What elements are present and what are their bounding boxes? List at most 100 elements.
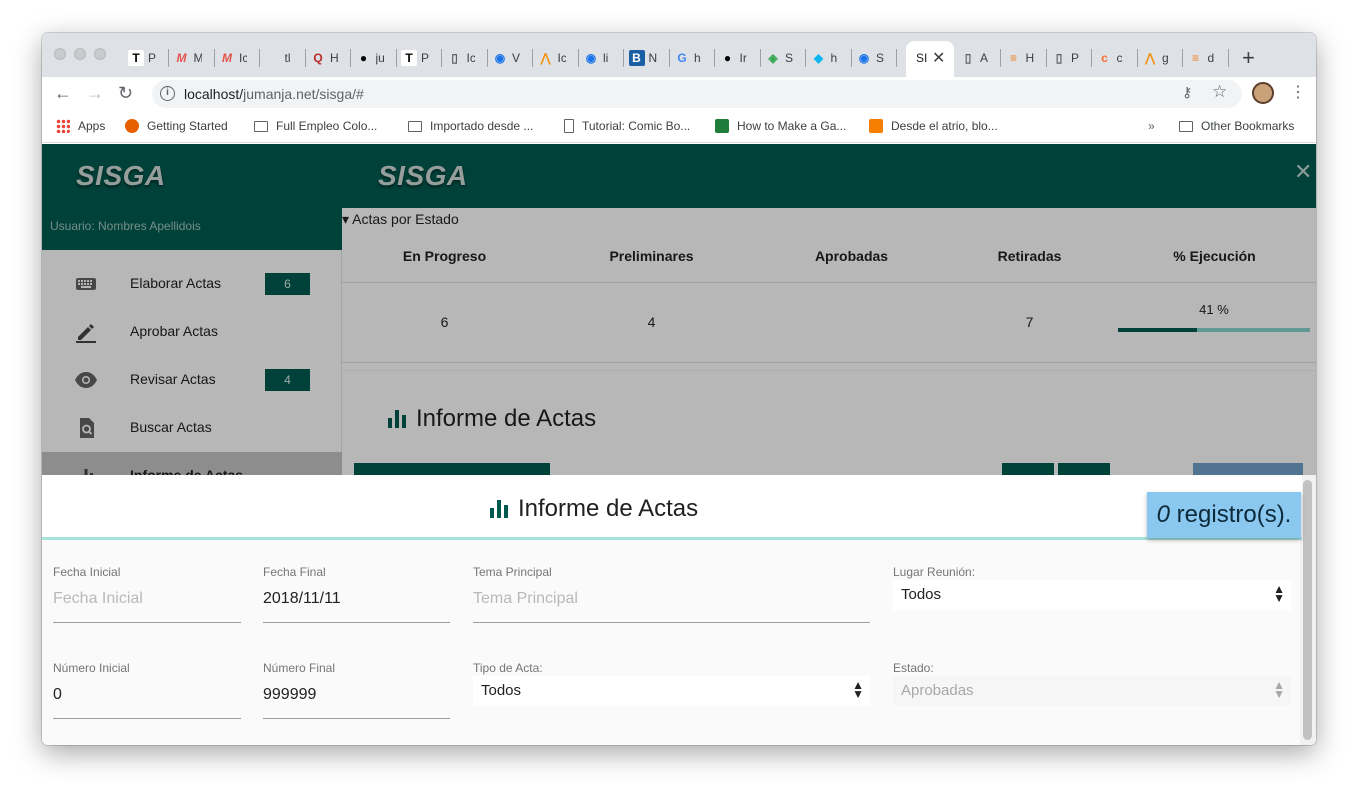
tab-separator	[668, 49, 670, 67]
bookmark-importado[interactable]: Importado desde ...	[408, 119, 533, 133]
browser-tab[interactable]: ≡ H	[1006, 47, 1034, 69]
tab-separator	[623, 49, 624, 67]
other-bookmarks[interactable]: Other Bookmarks	[1179, 119, 1294, 133]
page-icon	[564, 119, 574, 133]
bookmark-apps[interactable]: Apps	[56, 119, 105, 133]
tab-separator	[441, 49, 442, 67]
input-underline	[53, 718, 241, 719]
new-tab-button[interactable]: +	[1242, 45, 1255, 71]
bookmark-star-icon[interactable]: ☆	[1212, 82, 1227, 102]
tab-title: h	[694, 51, 701, 65]
m-logo-icon	[715, 119, 729, 133]
close-tab-icon[interactable]: ✕	[932, 48, 945, 68]
browser-tab[interactable]: ◈ S	[765, 47, 793, 69]
tab-separator	[896, 49, 897, 67]
url-host: localhost/	[184, 86, 244, 102]
tab-separator	[304, 49, 306, 67]
app-area: SISGA Usuario: Nombres Apellidois Elabor…	[42, 144, 1316, 745]
reload-icon[interactable]: ↻	[118, 83, 133, 104]
browser-tab[interactable]: ● Ir	[720, 47, 748, 69]
browser-tab[interactable]: Gh	[674, 47, 702, 69]
browser-tab[interactable]: ◉ S	[856, 47, 884, 69]
tipo-acta-select[interactable]: Todos ▲ ▼	[473, 676, 870, 706]
numero-final-input[interactable]: 999999	[263, 686, 316, 704]
browser-tab[interactable]: ◉ V	[492, 47, 520, 69]
scrollbar[interactable]	[1303, 480, 1312, 740]
browser-tab[interactable]: TP	[401, 47, 429, 69]
browser-tab[interactable]: cc	[1097, 47, 1125, 69]
browser-tab[interactable]: ≡ d	[1188, 47, 1216, 69]
forward-arrow-icon[interactable]: →	[86, 83, 104, 104]
tema-principal-input[interactable]: Tema Principal	[473, 590, 578, 608]
profile-avatar[interactable]	[1252, 82, 1274, 104]
fecha-final-label: Fecha Final	[263, 565, 326, 579]
tab-separator	[577, 49, 579, 67]
browser-tab[interactable]: BN	[628, 47, 657, 69]
address-bar[interactable]: i localhost/jumanja.net/sisga/# ⚷ ☆	[152, 80, 1242, 108]
select-value: Aprobadas	[901, 682, 974, 699]
window-zoom-button[interactable]	[94, 48, 106, 60]
bookmark-label: How to Make a Ga...	[737, 119, 847, 133]
tab-favicon-icon: ◉	[858, 51, 870, 65]
fecha-final-input[interactable]: 2018/11/11	[263, 590, 341, 608]
tab-separator	[1091, 49, 1092, 67]
bookmark-getting-started[interactable]: Getting Started	[125, 119, 228, 133]
browser-window: T P M M M Ic tl Q H ● ju T P ▯ Ic ◉ V ⋀ Ic ◉ li B N Gh ● Ir ◈ S ◆ h ◉ S…	[42, 33, 1316, 745]
tab-title: c	[1116, 51, 1123, 65]
tab-separator	[532, 49, 533, 67]
fecha-inicial-input[interactable]: Fecha Inicial	[53, 590, 143, 608]
info-icon[interactable]: i	[160, 86, 175, 101]
report-filter-sheet: Informe de Actas 0 registro(s). Fecha In…	[42, 475, 1316, 745]
tab-favicon-icon: ●	[723, 51, 732, 65]
active-tab[interactable]: SI ✕	[906, 41, 954, 77]
browser-tab[interactable]: M Ic	[219, 47, 247, 69]
bookmarks-overflow-button[interactable]: »	[1148, 119, 1155, 133]
tab-favicon-icon: ▯	[451, 51, 458, 65]
window-close-button[interactable]	[54, 48, 66, 60]
numero-inicial-input[interactable]: 0	[53, 686, 62, 704]
sheet-title-text: Informe de Actas	[518, 495, 699, 522]
estado-select: Aprobadas ▲ ▼	[893, 676, 1291, 706]
browser-tab[interactable]: ⋀ g	[1142, 47, 1170, 69]
bookmark-label: Full Empleo Colo...	[276, 119, 378, 133]
key-icon[interactable]: ⚷	[1182, 84, 1192, 101]
blogger-icon	[869, 119, 883, 133]
browser-tab[interactable]: ⋀ Ic	[538, 47, 566, 69]
lugar-reunion-select[interactable]: Todos ▲ ▼	[893, 580, 1291, 610]
tab-separator	[168, 49, 169, 67]
back-arrow-icon[interactable]: ←	[54, 83, 72, 104]
tab-title: P	[421, 51, 429, 65]
bookmark-tutorial-comic[interactable]: Tutorial: Comic Bo...	[564, 119, 690, 133]
tab-favicon-icon: ⋀	[1145, 51, 1155, 65]
bookmark-full-empleo[interactable]: Full Empleo Colo...	[254, 119, 377, 133]
modal-backdrop[interactable]	[42, 144, 1316, 475]
tab-title: V	[512, 51, 520, 65]
browser-tab[interactable]: tl	[265, 47, 293, 69]
browser-tab[interactable]: ▯ Ic	[447, 47, 474, 69]
record-count-suffix: registro(s).	[1170, 501, 1292, 528]
window-minimize-button[interactable]	[74, 48, 86, 60]
select-value: Todos	[481, 682, 522, 699]
browser-tab[interactable]: ◉ li	[583, 47, 611, 69]
tab-separator	[805, 49, 806, 67]
browser-tab[interactable]: QH	[310, 47, 338, 69]
bookmark-how-to-make[interactable]: How to Make a Ga...	[715, 119, 846, 133]
tab-separator	[1045, 49, 1047, 67]
tab-separator	[1227, 49, 1229, 67]
browser-tab[interactable]: MM	[174, 47, 202, 69]
bookmark-label: Tutorial: Comic Bo...	[582, 119, 691, 133]
browser-menu-icon[interactable]: ⋮	[1290, 82, 1306, 102]
browser-tab[interactable]: ▯ A	[960, 47, 988, 69]
tab-title: N	[648, 51, 657, 65]
tab-favicon-icon: Q	[313, 51, 323, 65]
browser-tab[interactable]: ◆ h	[811, 47, 839, 69]
url-text[interactable]: localhost/jumanja.net/sisga/#	[184, 86, 364, 102]
tab-separator	[1182, 49, 1183, 67]
browser-tab[interactable]: TP	[128, 47, 156, 69]
bookmark-desde-el-atrio[interactable]: Desde el atrio, blo...	[869, 119, 998, 133]
tab-favicon-icon: ⋀	[540, 51, 551, 65]
record-count-badge: 0 registro(s).	[1147, 492, 1301, 538]
tab-title: li	[603, 51, 609, 65]
browser-tab[interactable]: ▯ P	[1051, 47, 1079, 69]
browser-tab[interactable]: ● ju	[356, 47, 384, 69]
